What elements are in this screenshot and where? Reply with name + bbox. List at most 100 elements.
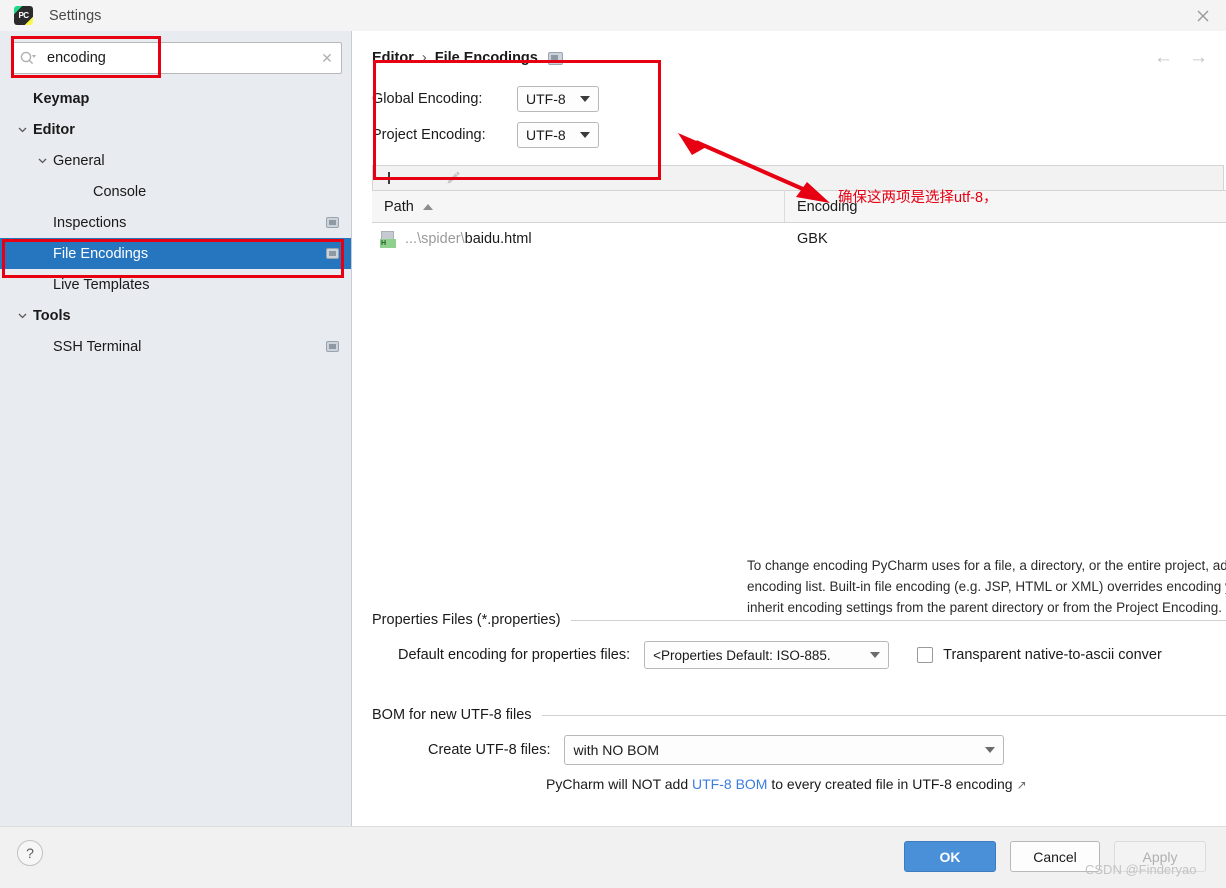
project-scope-badge-icon — [326, 340, 339, 352]
sidebar-item-console[interactable]: Console — [0, 176, 351, 207]
chevron-down-icon — [870, 652, 881, 658]
sidebar-item-label: File Encodings — [53, 245, 149, 262]
clear-icon[interactable]: ✕ — [313, 50, 341, 67]
sidebar-item-keymap[interactable]: Keymap — [0, 83, 351, 114]
help-button[interactable]: ? — [17, 840, 43, 866]
create-utf8-files-dropdown[interactable]: with NO BOM — [564, 735, 1005, 765]
search-icon[interactable] — [13, 50, 43, 66]
table-row[interactable]: H ...\spider\ baidu.html GBK — [372, 223, 1226, 255]
navigation-arrows: ← → — [1154, 47, 1208, 69]
pencil-icon — [445, 170, 461, 186]
chevron-down-icon[interactable] — [36, 154, 49, 167]
pycharm-logo-icon: PC — [14, 6, 33, 25]
utf8-bom-link[interactable]: UTF-8 BOM — [692, 776, 767, 792]
sidebar-item-label: Editor — [33, 121, 75, 138]
table-cell-encoding[interactable]: GBK — [785, 231, 828, 247]
dialog-footer: ? OK Cancel Apply — [0, 826, 1226, 888]
properties-files-group-header: Properties Files (*.properties) — [372, 612, 1226, 628]
plus-icon[interactable] — [381, 170, 397, 186]
sidebar-item-editor[interactable]: Editor — [0, 114, 351, 145]
chevron-down-icon — [580, 132, 590, 138]
group-divider — [541, 714, 1226, 716]
project-scope-badge-icon — [326, 247, 339, 259]
sidebar-item-live-templates[interactable]: Live Templates — [0, 269, 351, 300]
bom-note: PyCharm will NOT add UTF-8 BOM to every … — [546, 776, 1027, 792]
bom-note-after: to every created file in UTF-8 encoding — [767, 776, 1013, 792]
default-properties-encoding-label: Default encoding for properties files: — [398, 647, 631, 663]
table-cell-path-name: baidu.html — [464, 231, 532, 247]
html-file-icon: H — [380, 230, 397, 248]
transparent-native-to-ascii-label: Transparent native-to-ascii conver — [943, 647, 1162, 663]
table-cell-path: H ...\spider\ baidu.html — [372, 230, 785, 248]
table-body: H ...\spider\ baidu.html GBK — [372, 223, 1226, 255]
project-scope-badge-icon — [547, 51, 563, 65]
bom-note-before: PyCharm will NOT add — [546, 776, 693, 792]
sidebar-item-label: Inspections — [53, 214, 127, 231]
minus-icon — [413, 170, 429, 186]
encoding-settings: Global Encoding: UTF-8 Project Encoding:… — [372, 81, 599, 153]
ok-button[interactable]: OK — [904, 841, 996, 872]
search-input[interactable]: encoding — [43, 50, 313, 66]
annotation-arrow — [678, 133, 830, 203]
external-link-icon[interactable]: ↗ — [1017, 778, 1027, 792]
sidebar-item-label: General — [53, 152, 105, 169]
transparent-native-to-ascii-checkbox[interactable]: Transparent native-to-ascii conver — [917, 647, 1162, 663]
create-utf8-files-label: Create UTF-8 files: — [428, 742, 551, 758]
chevron-down-icon[interactable] — [16, 309, 29, 322]
checkbox-box[interactable] — [917, 647, 934, 663]
sidebar-item-inspections[interactable]: Inspections — [0, 207, 351, 238]
breadcrumb-parent[interactable]: Editor — [372, 50, 414, 66]
project-encoding-row: Project Encoding: UTF-8 — [372, 117, 599, 153]
default-properties-encoding-value: <Properties Default: ISO-885. — [653, 647, 831, 663]
breadcrumb-separator: › — [421, 50, 427, 66]
global-encoding-label: Global Encoding: — [372, 91, 483, 107]
sidebar-item-file-encodings[interactable]: File Encodings — [0, 238, 351, 269]
close-icon[interactable] — [1180, 0, 1226, 31]
settings-tree: Keymap Editor General Console Inspections Fil… — [0, 83, 351, 362]
sidebar-item-label: SSH Terminal — [53, 338, 142, 355]
title-bar: PC Settings — [0, 0, 1226, 32]
project-scope-badge-icon — [326, 216, 339, 228]
project-encoding-value: UTF-8 — [526, 127, 566, 143]
default-properties-encoding-dropdown[interactable]: <Properties Default: ISO-885. — [644, 641, 890, 669]
window-title: Settings — [49, 7, 102, 24]
watermark: CSDN @Finderyao — [1085, 862, 1197, 877]
sidebar-item-label: Tools — [33, 307, 71, 324]
chevron-down-icon — [580, 96, 590, 102]
default-properties-encoding-row: Default encoding for properties files: <… — [398, 641, 1162, 669]
table-cell-path-prefix: ...\spider\ — [405, 231, 465, 247]
encoding-path-table: Path Encoding H ...\spider\ baidu.html GBK — [372, 190, 1226, 543]
back-icon[interactable]: ← — [1154, 47, 1173, 69]
breadcrumb-current: File Encodings — [434, 50, 538, 66]
project-encoding-label: Project Encoding: — [372, 127, 486, 143]
chevron-down-icon — [985, 747, 996, 753]
bom-title: BOM for new UTF-8 files — [372, 707, 532, 723]
properties-files-title: Properties Files (*.properties) — [372, 612, 561, 628]
annotation-note-text: 确保这两项是选择utf-8， — [838, 190, 998, 206]
sort-ascending-icon — [422, 203, 433, 210]
settings-dialog: PC Settings encoding ✕ Keymap Editor Gener… — [0, 0, 1226, 888]
create-utf8-files-value: with NO BOM — [573, 742, 660, 758]
group-divider — [570, 619, 1226, 621]
column-header-path-label: Path — [384, 198, 414, 215]
sidebar-item-tools[interactable]: Tools — [0, 300, 351, 331]
create-utf8-files-row: Create UTF-8 files: with NO BOM — [428, 735, 1005, 765]
settings-sidebar: encoding ✕ Keymap Editor General Console Ins… — [0, 31, 352, 826]
global-encoding-dropdown[interactable]: UTF-8 — [517, 86, 599, 112]
search-box[interactable]: encoding ✕ — [12, 42, 342, 74]
bom-group-header: BOM for new UTF-8 files — [372, 707, 1226, 723]
project-encoding-dropdown[interactable]: UTF-8 — [517, 122, 599, 148]
sidebar-item-label: Console — [93, 183, 147, 200]
sidebar-item-label: Live Templates — [53, 276, 150, 293]
sidebar-item-ssh-terminal[interactable]: SSH Terminal — [0, 331, 351, 362]
global-encoding-row: Global Encoding: UTF-8 — [372, 81, 599, 117]
global-encoding-value: UTF-8 — [526, 91, 566, 107]
chevron-down-icon[interactable] — [16, 123, 29, 136]
forward-icon[interactable]: → — [1189, 47, 1208, 69]
sidebar-item-general[interactable]: General — [0, 145, 351, 176]
encoding-help-text: To change encoding PyCharm uses for a fi… — [747, 558, 1226, 615]
